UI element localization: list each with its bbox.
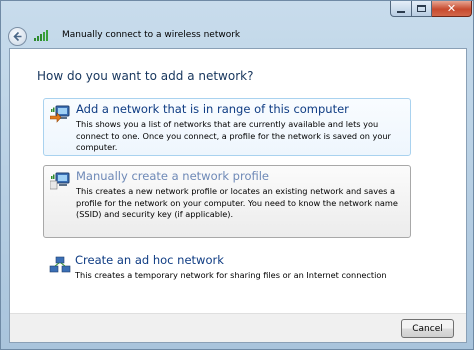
option-description: This shows you a list of networks that a…	[76, 119, 391, 153]
option-manually-create-profile[interactable]: Manually create a network profile This c…	[43, 165, 411, 238]
wizard-content: How do you want to add a network? Add a …	[9, 48, 467, 343]
option-add-network-in-range[interactable]: Add a network that is in range of this c…	[43, 98, 411, 156]
option-title: Create an ad hoc network	[75, 253, 224, 267]
option-title: Manually create a network profile	[76, 169, 269, 183]
option-description: This creates a temporary network for sha…	[75, 270, 387, 280]
page-heading: How do you want to add a network?	[37, 69, 254, 83]
minimize-button[interactable]	[390, 1, 412, 17]
wireless-signal-icon	[34, 30, 48, 41]
ad-hoc-network-icon	[49, 256, 71, 273]
option-create-ad-hoc-network[interactable]: Create an ad hoc network This creates a …	[43, 250, 411, 286]
network-in-range-icon	[50, 105, 70, 123]
dialog-window: ✕ Manually connect to a wireless network…	[0, 0, 474, 350]
caption-buttons: ✕	[390, 1, 472, 18]
option-description: This creates a new network profile or lo…	[76, 186, 398, 220]
maximize-icon	[417, 5, 426, 12]
minimize-icon	[397, 10, 405, 13]
button-bar: Cancel	[10, 313, 466, 342]
close-button[interactable]: ✕	[432, 1, 472, 17]
back-button[interactable]	[8, 27, 27, 46]
back-arrow-icon	[13, 31, 22, 42]
network-profile-icon	[50, 172, 70, 190]
option-title: Add a network that is in range of this c…	[76, 102, 349, 116]
close-icon: ✕	[446, 2, 457, 15]
window-title: Manually connect to a wireless network	[62, 30, 241, 40]
title-bar: ✕ Manually connect to a wireless network	[1, 1, 474, 49]
cancel-button[interactable]: Cancel	[401, 319, 454, 338]
maximize-button[interactable]	[412, 1, 432, 17]
